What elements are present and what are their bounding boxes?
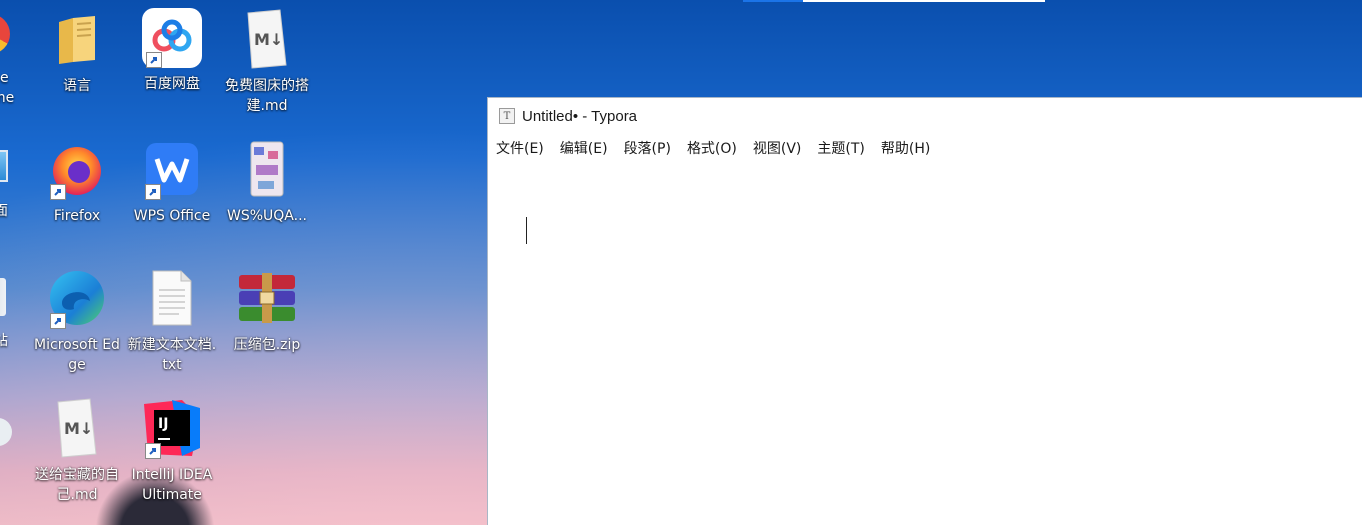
icon-label: 免费图床的搭建.md (225, 78, 309, 114)
typora-app-icon: T (499, 108, 515, 124)
desktop-icon-zip-archive[interactable]: 压缩包.zip (221, 267, 313, 355)
shortcut-arrow-icon (145, 443, 161, 459)
svg-text:M↓: M↓ (254, 30, 283, 49)
text-caret (526, 217, 527, 244)
text-file-icon (141, 267, 203, 329)
desktop-icon-gift-md[interactable]: M↓ 送给宝藏的自己.md (31, 397, 123, 505)
winrar-archive-icon (236, 267, 298, 329)
desktop-icon-baidu-netdisk[interactable]: 百度网盘 (126, 8, 218, 94)
menu-themes[interactable]: 主题(T) (817, 138, 864, 158)
icon-label: Firefox (53, 208, 101, 224)
edge-icon (46, 267, 108, 329)
svg-text:M↓: M↓ (64, 419, 93, 438)
menu-file[interactable]: 文件(E) (496, 138, 544, 158)
menu-edit[interactable]: 编辑(E) (560, 138, 608, 158)
icon-label: 百度网盘 (144, 76, 200, 92)
wps-office-icon (141, 138, 203, 200)
markdown-file-icon: M↓ (236, 8, 298, 70)
menu-view[interactable]: 视图(V) (753, 138, 802, 158)
partial-label-4: 站 (0, 333, 8, 349)
image-file-icon (236, 138, 298, 200)
desktop-icon-new-text-doc[interactable]: 新建文本文档.txt (126, 267, 218, 375)
partial-label-3: 面 (0, 203, 8, 219)
folder-icon (46, 8, 108, 70)
svg-text:IJ: IJ (158, 416, 168, 432)
markdown-file-icon: M↓ (46, 397, 108, 459)
menu-paragraph[interactable]: 段落(P) (624, 138, 671, 158)
desktop-icon-free-image-bed-md[interactable]: M↓ 免费图床的搭建.md (221, 8, 313, 116)
icon-label: Microsoft Edge (34, 337, 120, 373)
partial-icon-computer[interactable] (0, 150, 8, 182)
shortcut-arrow-icon (50, 313, 66, 329)
desktop-icon-ws-image[interactable]: WS%UQA... (221, 138, 313, 226)
editor-area[interactable] (488, 162, 1362, 525)
firefox-icon (46, 138, 108, 200)
menu-help[interactable]: 帮助(H) (881, 138, 930, 158)
desktop-icon-language-folder[interactable]: 语言 (31, 8, 123, 96)
shortcut-arrow-icon (146, 52, 162, 68)
menu-format[interactable]: 格式(O) (687, 138, 737, 158)
partial-icon-recycle-bin[interactable] (0, 278, 6, 316)
window-title: Untitled• - Typora (522, 107, 638, 125)
partial-label-1: e (0, 70, 9, 86)
shortcut-arrow-icon (50, 184, 66, 200)
icon-label: WPS Office (133, 208, 211, 224)
shortcut-arrow-icon (145, 184, 161, 200)
icon-label: 压缩包.zip (233, 337, 301, 353)
partial-label-2: me (0, 90, 15, 106)
icon-label: WS%UQA... (227, 208, 307, 224)
menu-bar: 文件(E) 编辑(E) 段落(P) 格式(O) 视图(V) 主题(T) 帮助(H… (488, 134, 1362, 162)
desktop-icon-firefox[interactable]: Firefox (31, 138, 123, 226)
icon-label: 送给宝藏的自己.md (35, 467, 119, 503)
desktop-icon-intellij-idea[interactable]: IJ IntelliJ IDEA Ultimate (126, 397, 218, 505)
icon-label: 新建文本文档.txt (127, 337, 217, 373)
desktop-icon-wps-office[interactable]: WPS Office (126, 138, 218, 226)
icon-label: 语言 (63, 78, 91, 94)
typora-window[interactable]: T Untitled• - Typora 文件(E) 编辑(E) 段落(P) 格… (487, 97, 1362, 525)
baidu-netdisk-icon (142, 8, 202, 68)
icon-label: IntelliJ IDEA Ultimate (131, 467, 213, 503)
title-bar[interactable]: T Untitled• - Typora (488, 98, 1362, 134)
intellij-idea-icon: IJ (141, 397, 203, 459)
taskbar-preview-strip (743, 0, 1045, 2)
desktop-icon-microsoft-edge[interactable]: Microsoft Edge (31, 267, 123, 375)
